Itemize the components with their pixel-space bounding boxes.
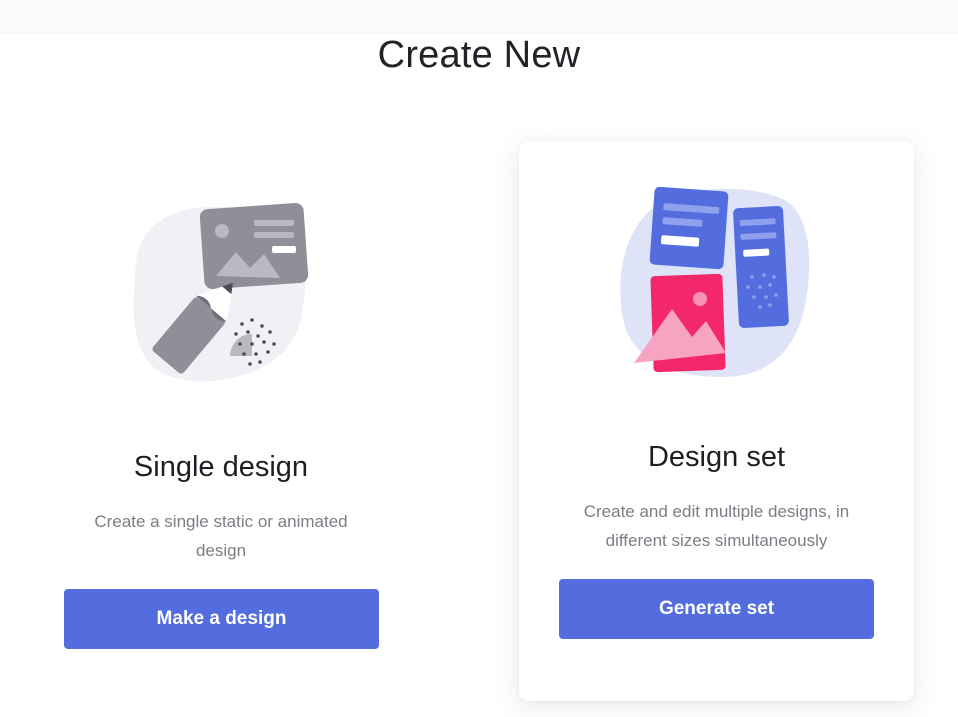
option-description: Create a single static or animated desig… bbox=[94, 512, 348, 560]
single-design-option[interactable]: Single design Create a single static or … bbox=[42, 150, 400, 690]
pencil-and-image-illustration-icon bbox=[133, 203, 309, 382]
top-bar bbox=[0, 0, 958, 34]
option-description: Create and edit multiple designs, in dif… bbox=[583, 502, 850, 550]
generate-set-button[interactable]: Generate set bbox=[559, 579, 874, 639]
option-title: Design set bbox=[647, 441, 785, 473]
option-title: Single design bbox=[133, 451, 309, 483]
page-title: Create New bbox=[377, 34, 581, 76]
design-set-option[interactable]: Design set Create and edit multiple desi… bbox=[519, 141, 914, 701]
make-a-design-button[interactable]: Make a design bbox=[64, 589, 379, 649]
multiple-designs-illustration-icon bbox=[620, 186, 810, 377]
